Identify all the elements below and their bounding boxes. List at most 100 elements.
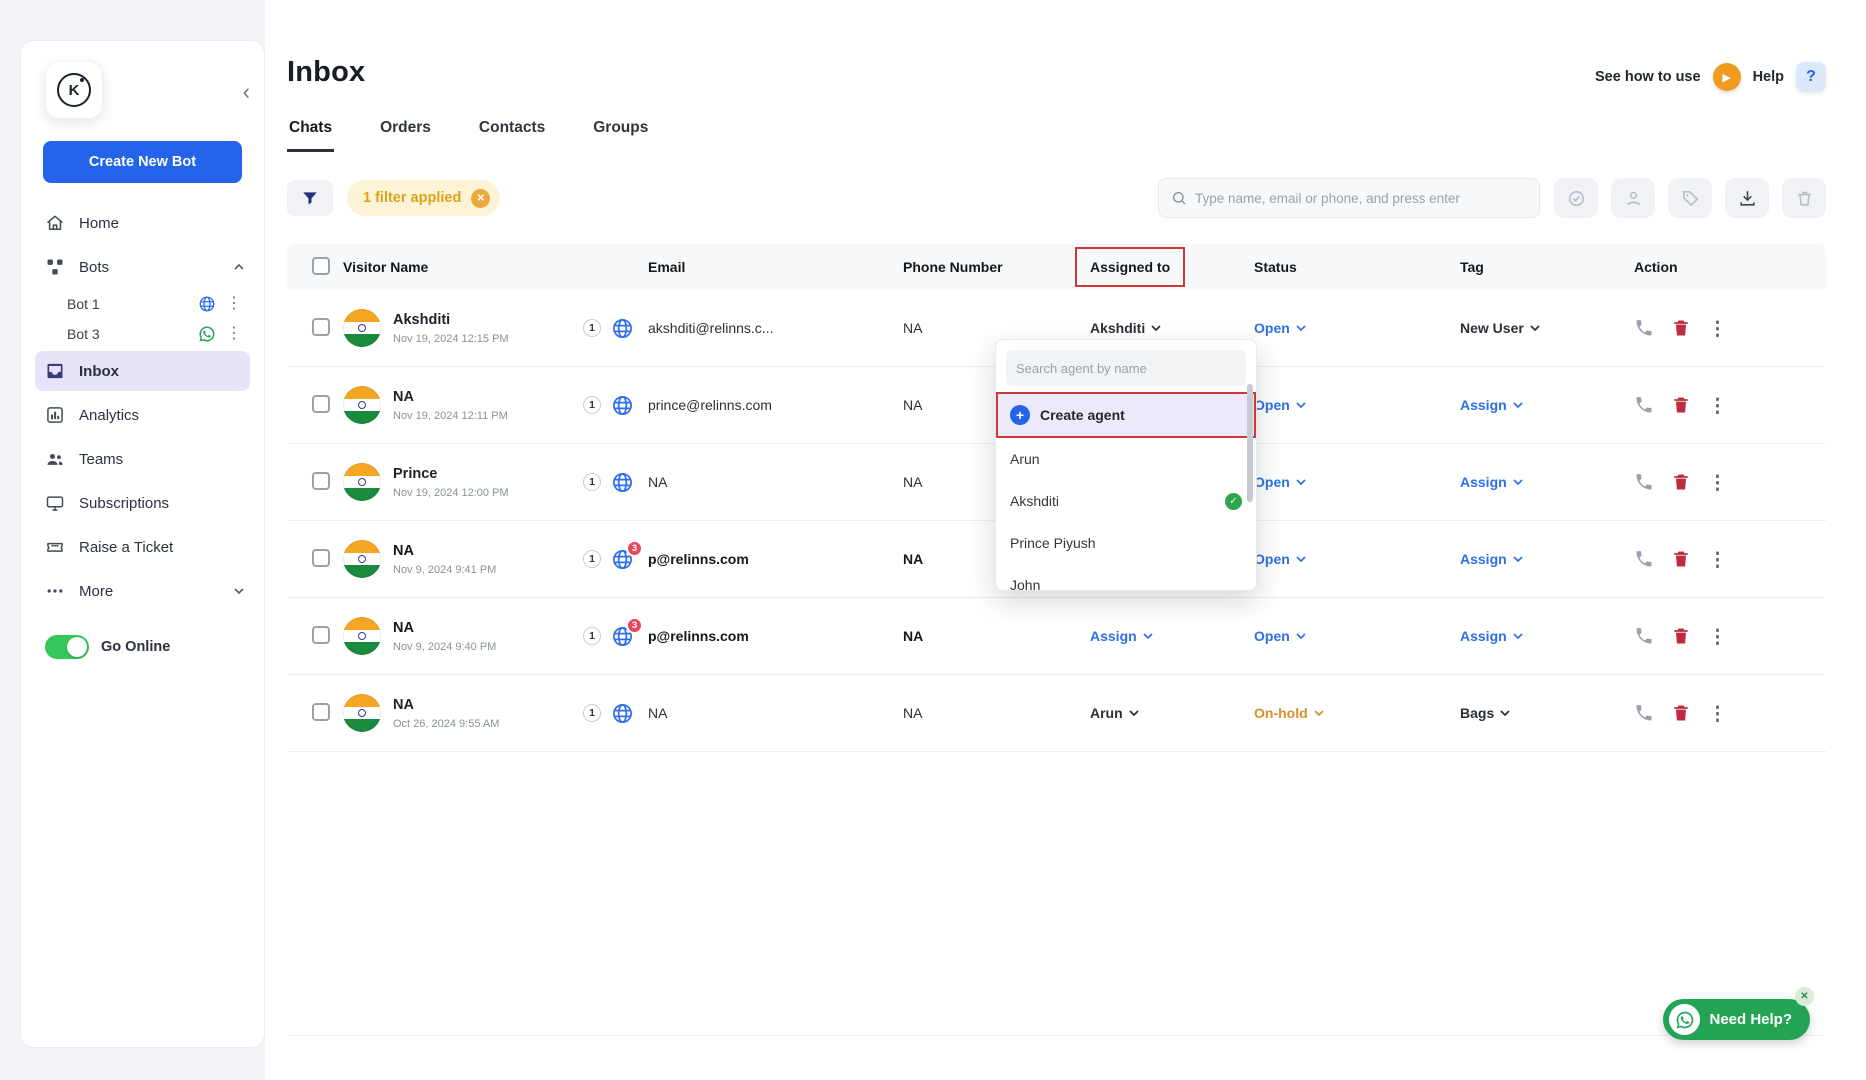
sidebar-item-bots[interactable]: Bots: [21, 245, 264, 289]
tag-dropdown[interactable]: New User: [1460, 320, 1540, 336]
sidebar-item-inbox[interactable]: Inbox: [35, 351, 250, 391]
status-dropdown[interactable]: Open: [1254, 320, 1306, 336]
tag-dropdown[interactable]: Bags: [1460, 705, 1510, 721]
status-dropdown[interactable]: Open: [1254, 397, 1306, 413]
delete-icon[interactable]: [1671, 318, 1691, 338]
row-options-icon[interactable]: ⋮: [1708, 626, 1727, 648]
clear-filter-icon[interactable]: ✕: [471, 188, 491, 208]
call-icon[interactable]: [1634, 395, 1654, 415]
row-options-icon[interactable]: ⋮: [1708, 318, 1727, 340]
tab-chats[interactable]: Chats: [287, 119, 335, 152]
agent-search-box: [1006, 350, 1246, 386]
flag-chakra: [358, 478, 366, 486]
need-help-button[interactable]: Need Help? ✕: [1663, 987, 1814, 1040]
bulk-delete-button[interactable]: [1782, 178, 1826, 218]
download-button[interactable]: [1725, 178, 1769, 218]
email-cell: prince@relinns.com: [648, 397, 772, 413]
call-icon[interactable]: [1634, 472, 1654, 492]
row-checkbox[interactable]: [312, 548, 330, 567]
sidebar-item-raise-ticket[interactable]: Raise a Ticket: [21, 525, 264, 569]
assigned-to-dropdown[interactable]: Assign: [1090, 628, 1153, 644]
create-new-bot-button[interactable]: Create New Bot: [43, 141, 242, 183]
go-online-toggle[interactable]: [45, 635, 89, 659]
dropdown-scrollbar[interactable]: [1247, 384, 1253, 502]
row-checkbox[interactable]: [312, 394, 330, 413]
tag-dropdown[interactable]: Assign: [1460, 551, 1523, 567]
create-agent-option[interactable]: + Create agent: [996, 392, 1256, 438]
row-checkbox[interactable]: [312, 317, 330, 336]
plus-icon: +: [1010, 405, 1030, 425]
sidebar-item-subscriptions[interactable]: Subscriptions: [21, 481, 264, 525]
agent-option[interactable]: Arun: [996, 438, 1256, 480]
visitor-name: Prince: [393, 465, 438, 482]
search-input[interactable]: [1195, 190, 1527, 206]
ticket-icon: [45, 537, 65, 557]
delete-icon[interactable]: [1671, 549, 1691, 569]
call-icon[interactable]: [1634, 549, 1654, 569]
agent-option[interactable]: Akshditi ✓: [996, 480, 1256, 522]
bot-list-item-3[interactable]: Bot 3 ⋮: [21, 319, 264, 349]
row-options-icon[interactable]: ⋮: [1708, 703, 1727, 725]
tag-dropdown[interactable]: Assign: [1460, 474, 1523, 490]
chevron-up-icon[interactable]: [234, 264, 244, 270]
table-row[interactable]: NA Nov 9, 2024 9:40 PM 1 3 p@relinns.com NA As…: [287, 598, 1826, 675]
sidebar-item-analytics[interactable]: Analytics: [21, 393, 264, 437]
sidebar-label-inbox: Inbox: [79, 362, 119, 380]
inbox-icon: [45, 361, 65, 381]
call-icon[interactable]: [1634, 318, 1654, 338]
delete-icon[interactable]: [1671, 626, 1691, 646]
delete-icon[interactable]: [1671, 703, 1691, 723]
sidebar-item-home[interactable]: Home: [21, 201, 264, 245]
tab-groups[interactable]: Groups: [591, 119, 650, 152]
sidebar-item-more[interactable]: More: [21, 569, 264, 613]
tag-button[interactable]: [1668, 178, 1712, 218]
bot3-options-icon[interactable]: ⋮: [224, 326, 244, 342]
chevron-down-icon[interactable]: [234, 588, 244, 594]
row-checkbox[interactable]: [312, 471, 330, 490]
see-how-to-use-label[interactable]: See how to use: [1595, 69, 1701, 85]
resolve-button[interactable]: [1554, 178, 1598, 218]
play-video-icon[interactable]: ▶: [1712, 63, 1741, 91]
tag-dropdown[interactable]: Assign: [1460, 397, 1523, 413]
tab-bar: Chats Orders Contacts Groups: [287, 119, 1826, 152]
tag-dropdown[interactable]: Assign: [1460, 628, 1523, 644]
row-options-icon[interactable]: ⋮: [1708, 395, 1727, 417]
agent-option[interactable]: John: [996, 564, 1256, 590]
row-options-icon[interactable]: ⋮: [1708, 549, 1727, 571]
row-options-icon[interactable]: ⋮: [1708, 472, 1727, 494]
phone-cell: NA: [903, 320, 923, 336]
tab-orders[interactable]: Orders: [378, 119, 433, 152]
select-all-checkbox[interactable]: [312, 256, 330, 275]
assign-agent-button[interactable]: [1611, 178, 1655, 218]
call-icon[interactable]: [1634, 626, 1654, 646]
agent-search-input[interactable]: [1016, 360, 1236, 376]
delete-icon[interactable]: [1671, 472, 1691, 492]
bot-list-item-1[interactable]: Bot 1 ⋮: [21, 289, 264, 319]
help-question-icon[interactable]: ?: [1796, 62, 1826, 92]
col-action: Action: [1634, 259, 1678, 275]
table-row[interactable]: NA Oct 26, 2024 9:55 AM 1 NA NA Arun On-hold Ba…: [287, 675, 1826, 752]
status-dropdown[interactable]: Open: [1254, 551, 1306, 567]
assigned-to-dropdown[interactable]: Akshditi: [1090, 320, 1161, 336]
help-label[interactable]: Help: [1753, 69, 1784, 85]
assigned-to-dropdown[interactable]: Arun: [1090, 705, 1139, 721]
tab-contacts[interactable]: Contacts: [477, 119, 547, 152]
bot1-options-icon[interactable]: ⋮: [224, 296, 244, 312]
delete-icon[interactable]: [1671, 395, 1691, 415]
bot3-label: Bot 3: [67, 326, 100, 342]
web-channel-icon: 3: [611, 539, 643, 571]
sidebar-item-teams[interactable]: Teams: [21, 437, 264, 481]
filter-button[interactable]: [287, 180, 333, 216]
sidebar-collapse-icon[interactable]: ‹: [243, 81, 250, 103]
status-dropdown[interactable]: Open: [1254, 628, 1306, 644]
agent-option[interactable]: Prince Piyush: [996, 522, 1256, 564]
need-help-close-icon[interactable]: ✕: [1795, 987, 1814, 1006]
flag-chakra: [358, 324, 366, 332]
col-email: Email: [648, 259, 686, 275]
selected-check-icon: ✓: [1225, 492, 1242, 510]
row-checkbox[interactable]: [312, 625, 330, 644]
call-icon[interactable]: [1634, 703, 1654, 723]
status-dropdown[interactable]: On-hold: [1254, 705, 1324, 721]
status-dropdown[interactable]: Open: [1254, 474, 1306, 490]
row-checkbox[interactable]: [312, 702, 330, 721]
